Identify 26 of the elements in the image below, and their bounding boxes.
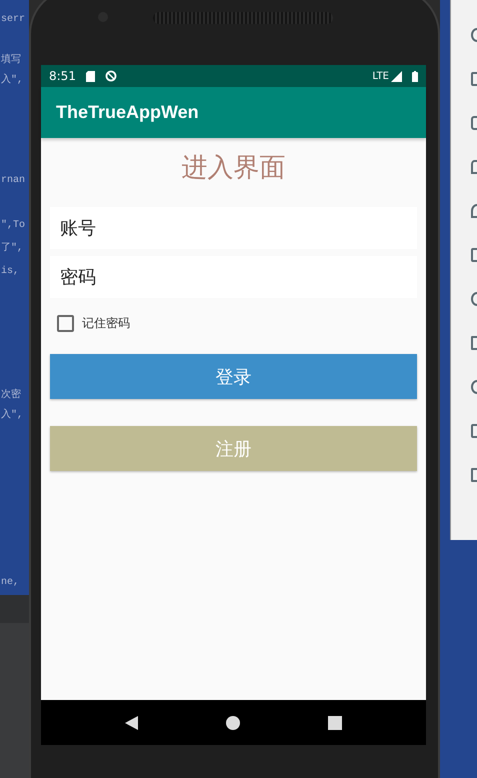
sd-card-icon — [86, 70, 95, 82]
code-text: 了", — [1, 242, 24, 254]
code-text: is, — [1, 266, 20, 277]
checkbox[interactable] — [57, 315, 74, 332]
signal-icon — [391, 70, 402, 82]
code-text: 填写 — [1, 52, 21, 66]
login-button[interactable]: 登录 — [50, 354, 417, 399]
app-title: TheTrueAppWen — [56, 102, 199, 123]
input-field[interactable]: 账号 — [50, 207, 417, 249]
checkbox-label: 记住密码 — [82, 315, 130, 332]
recents-icon[interactable] — [328, 716, 342, 730]
home-icon[interactable] — [226, 716, 240, 730]
status-time: 8:51 — [49, 69, 76, 83]
page-title: 进入界面 — [182, 152, 286, 185]
code-text: 入", — [1, 72, 24, 86]
code-text: ",To — [1, 220, 26, 231]
back-icon[interactable] — [125, 716, 138, 730]
register-button[interactable]: 注册 — [50, 426, 417, 471]
battery-icon — [412, 70, 418, 82]
input-field[interactable]: 密码 — [50, 256, 417, 298]
code-text: serr — [1, 14, 26, 25]
code-text: ne, — [1, 577, 20, 588]
network-type: LTE — [372, 70, 389, 82]
code-text: 次密 — [1, 388, 21, 401]
code-text: rnan — [1, 175, 26, 186]
code-text: 入", — [1, 408, 24, 421]
